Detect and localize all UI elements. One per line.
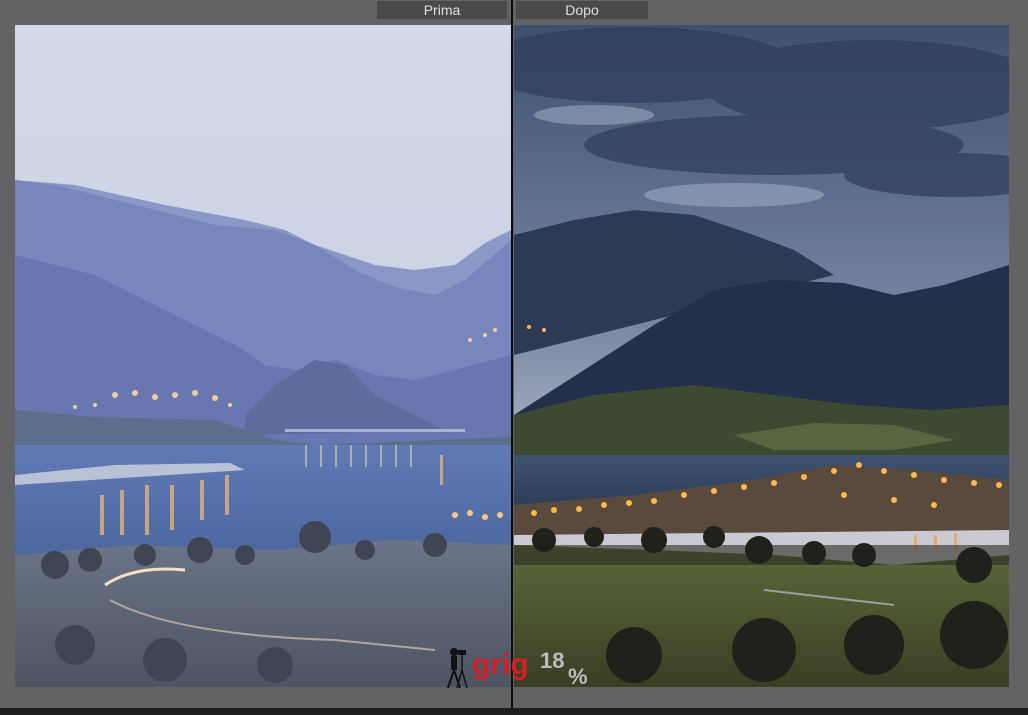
watermark-brand-text: grig bbox=[472, 648, 529, 681]
watermark-brand-number: 18 bbox=[540, 648, 564, 673]
compare-divider[interactable] bbox=[511, 0, 513, 715]
grig18-watermark-logo: grig 18 % bbox=[440, 640, 600, 690]
after-photo bbox=[514, 25, 1009, 687]
bottom-bar bbox=[0, 708, 1028, 715]
watermark-brand-symbol: % bbox=[568, 664, 588, 689]
photographer-tripod-icon bbox=[447, 648, 468, 689]
before-photo bbox=[15, 25, 511, 687]
after-label-tab: Dopo bbox=[516, 1, 648, 19]
before-label-tab: Prima bbox=[377, 1, 507, 19]
